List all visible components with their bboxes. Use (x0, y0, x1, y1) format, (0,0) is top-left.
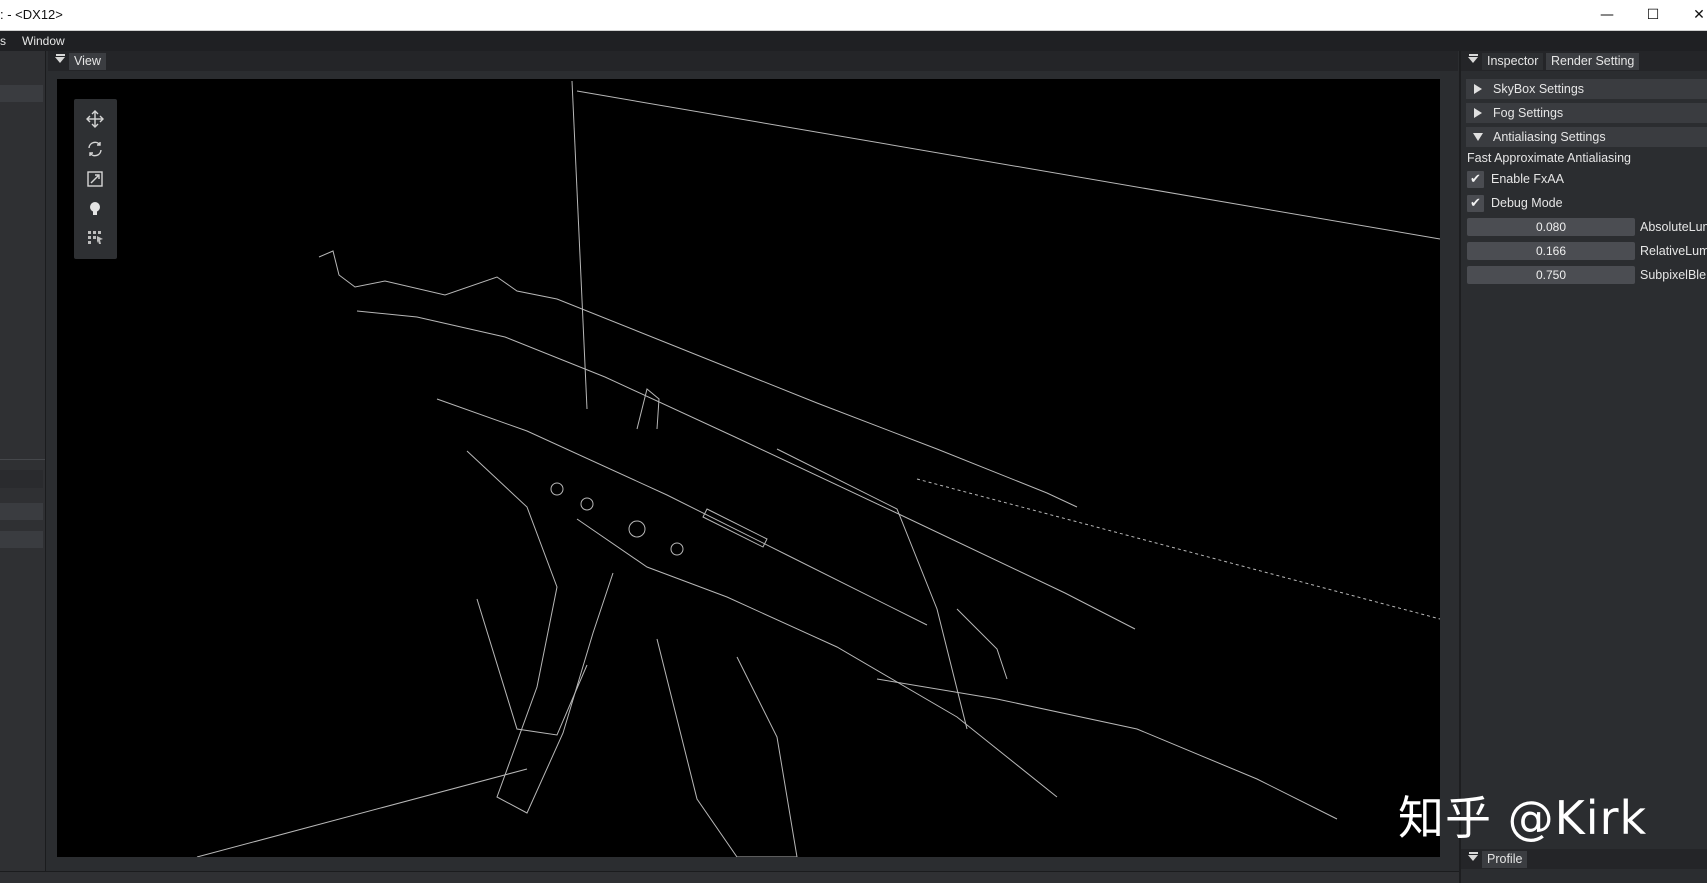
subpixel-blend-slider-row: 0.750 SubpixelBle (1467, 266, 1707, 284)
scale-tool-button[interactable] (82, 167, 108, 191)
section-skybox-settings[interactable]: SkyBox Settings (1466, 79, 1707, 99)
panel-menu-icon[interactable] (54, 54, 66, 68)
section-fog-settings[interactable]: Fog Settings (1466, 103, 1707, 123)
checkmark-icon[interactable]: ✔ (1467, 195, 1484, 212)
left-panel (0, 51, 46, 883)
menu-bar: s Window (0, 31, 1707, 51)
subpixel-blend-slider[interactable]: 0.750 (1467, 266, 1635, 284)
window-title: : - <DX12> (0, 7, 63, 22)
left-panel-field[interactable] (0, 503, 43, 520)
menu-item-window[interactable]: Window (22, 34, 65, 48)
tab-inspector[interactable]: Inspector (1482, 53, 1544, 70)
light-bulb-icon (90, 202, 100, 215)
watermark: 知乎 @Kirk (1398, 791, 1648, 845)
inspector-tab-header: Inspector Render Setting (1461, 51, 1707, 71)
panel-menu-icon[interactable] (1467, 54, 1479, 68)
slider-label: RelativeLum (1640, 244, 1707, 258)
view-tab-header: View (48, 51, 1458, 71)
transform-toolbar (74, 99, 117, 259)
checkbox-label: Debug Mode (1491, 196, 1563, 210)
checkmark-icon[interactable]: ✔ (1467, 171, 1484, 188)
expand-arrow-icon (1474, 108, 1482, 118)
scene-viewport[interactable] (57, 79, 1440, 857)
left-panel-field[interactable] (0, 531, 43, 548)
close-button[interactable]: ✕ (1676, 0, 1707, 30)
rotate-icon (88, 141, 102, 157)
tab-profile[interactable]: Profile (1482, 851, 1528, 868)
section-label: SkyBox Settings (1493, 82, 1585, 96)
left-panel-divider (0, 459, 45, 460)
section-antialiasing-settings[interactable]: Antialiasing Settings (1466, 127, 1707, 147)
section-label: Fog Settings (1493, 106, 1564, 120)
collapse-arrow-icon (1473, 133, 1483, 141)
move-icon (86, 110, 104, 128)
left-panel-header (0, 470, 43, 488)
expand-arrow-icon (1474, 84, 1482, 94)
grid-tool-button[interactable] (82, 225, 108, 249)
fxaa-heading: Fast Approximate Antialiasing (1467, 151, 1631, 165)
tab-render-setting[interactable]: Render Setting (1546, 53, 1640, 70)
relative-lum-slider-row: 0.166 RelativeLum (1467, 242, 1707, 260)
maximize-button[interactable]: ☐ (1630, 0, 1676, 30)
tab-view[interactable]: View (69, 53, 106, 70)
menu-item-partial[interactable]: s (0, 34, 6, 48)
left-panel-row[interactable] (0, 85, 43, 102)
slider-label: SubpixelBle (1640, 268, 1707, 282)
relative-lum-slider[interactable]: 0.166 (1467, 242, 1635, 260)
absolute-lum-slider-row: 0.080 AbsoluteLum (1467, 218, 1707, 236)
section-label: Antialiasing Settings (1493, 130, 1606, 144)
profile-tab-header: Profile (1461, 849, 1707, 869)
panel-menu-icon[interactable] (1467, 852, 1479, 866)
move-tool-button[interactable] (82, 107, 108, 131)
absolute-lum-slider[interactable]: 0.080 (1467, 218, 1635, 236)
bottom-status-strip (0, 871, 1459, 883)
checkbox-label: Enable FxAA (1491, 172, 1564, 186)
grid-icon (88, 231, 103, 244)
edge-render-image (196, 80, 1440, 857)
window-title-bar: : - <DX12> — ☐ ✕ (0, 0, 1707, 31)
scale-icon (87, 171, 103, 187)
light-tool-button[interactable] (82, 197, 108, 221)
minimize-button[interactable]: — (1584, 0, 1630, 30)
slider-label: AbsoluteLum (1640, 220, 1707, 234)
rotate-tool-button[interactable] (82, 137, 108, 161)
